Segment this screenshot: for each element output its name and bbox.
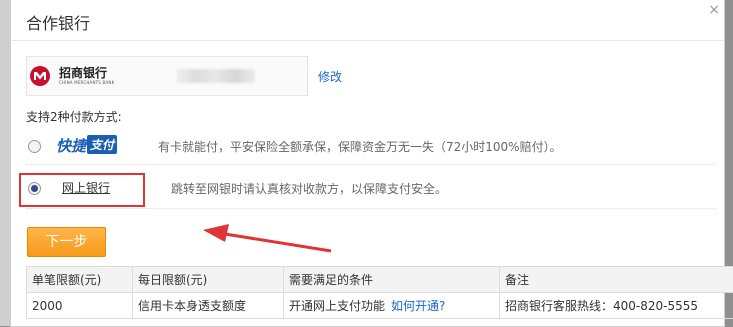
next-step-button[interactable]: 下一步 — [27, 227, 106, 257]
condition-text: 开通网上支付功能 — [289, 299, 385, 313]
red-arrow-annotation — [201, 218, 341, 258]
kuaijie-logo-badge: 支付 — [87, 135, 117, 154]
method-separator — [26, 164, 716, 165]
single-limit-cell: 2000 — [27, 293, 133, 319]
close-icon[interactable]: × — [708, 2, 720, 18]
header-daily-limit: 每日限额(元) — [133, 267, 284, 293]
kuaijie-description: 有卡就能付，平安保险全额承保，保障资金万无一失（72小时100%赔付）。 — [158, 138, 562, 155]
partner-bank-dialog: 合作银行 × 招商银行 CHINA MERCHANTS BANK 修改 支持2种… — [10, 0, 725, 327]
payment-methods-label: 支持2种付款方式: — [26, 108, 122, 125]
cmb-logo-icon — [29, 65, 55, 87]
kuaijie-pay-logo: 快捷支付 — [56, 135, 117, 157]
masked-card-number — [177, 69, 255, 83]
method-separator-bottom — [26, 208, 716, 209]
dialog-title: 合作银行 — [26, 10, 90, 34]
modify-bank-link[interactable]: 修改 — [318, 68, 342, 85]
bank-name-cn: 招商银行 — [59, 64, 107, 81]
bank-name-en: CHINA MERCHANTS BANK — [59, 80, 114, 85]
limits-table: 单笔限额(元) 每日限额(元) 需要满足的条件 备注 2000 信用卡本身透支额… — [26, 266, 733, 319]
netbank-highlight-annotation — [19, 173, 145, 207]
header-condition: 需要满足的条件 — [284, 267, 500, 293]
kuaijie-radio[interactable] — [28, 140, 41, 153]
table-header-row: 单笔限额(元) 每日限额(元) 需要满足的条件 备注 — [27, 267, 733, 293]
selected-bank-card: 招商银行 CHINA MERCHANTS BANK — [26, 56, 308, 96]
header-note: 备注 — [500, 267, 733, 293]
header-single-limit: 单笔限额(元) — [27, 267, 133, 293]
method-row-kuaijie[interactable]: 快捷支付 有卡就能付，平安保险全额承保，保障资金万无一失（72小时100%赔付）… — [26, 133, 716, 161]
table-row: 2000 信用卡本身透支额度 开通网上支付功能如何开通? 招商银行客服热线：40… — [27, 293, 733, 319]
condition-cell: 开通网上支付功能如何开通? — [284, 293, 500, 319]
netbank-description: 跳转至网银时请认真核对收款方，以保障支付安全。 — [171, 180, 447, 197]
title-divider — [11, 40, 724, 41]
kuaijie-logo-text: 快捷 — [56, 137, 86, 155]
how-to-enable-link[interactable]: 如何开通? — [391, 299, 445, 313]
note-cell: 招商银行客服热线：400-820-5555 — [500, 293, 733, 319]
daily-limit-cell: 信用卡本身透支额度 — [133, 293, 284, 319]
